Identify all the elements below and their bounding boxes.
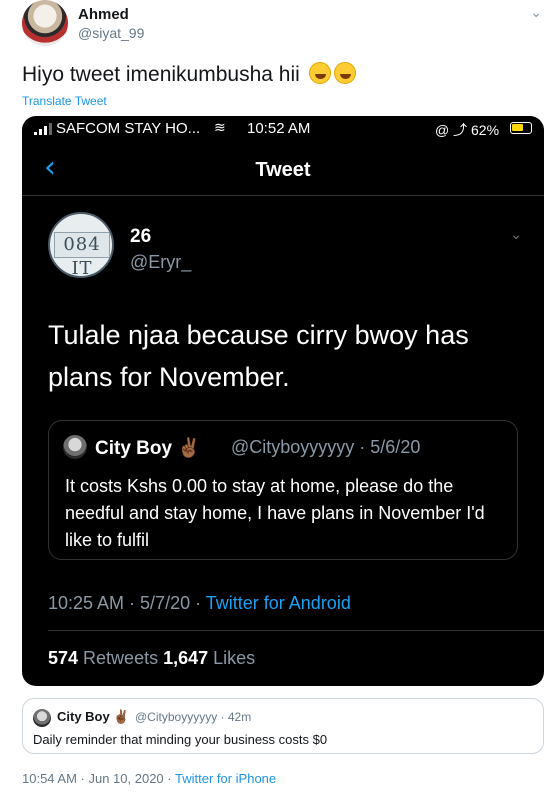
tweet-timestamp: 10:25 AM · 5/7/20 · Twitter for Android — [48, 593, 351, 614]
tweet-image[interactable]: SAFCOM STAY HO... ≋ 10:52 AM @ ⤴ 62% ‹ T… — [22, 116, 544, 686]
quoted-text: It costs Kshs 0.00 to stay at home, plea… — [65, 476, 485, 550]
quoted-tweet[interactable]: City Boy ✌🏾 @Cityboyyyyyy · 42m Daily re… — [22, 698, 544, 754]
avatar — [33, 709, 51, 727]
quoted-author-name: City Boy ✌🏾 — [57, 709, 130, 724]
laughing-emoji-icon — [308, 62, 331, 84]
laughing-emoji-icon — [333, 62, 356, 84]
author-handle[interactable]: @siyat_99 — [78, 25, 144, 41]
avatar[interactable] — [22, 0, 68, 46]
source-link[interactable]: Twitter for Android — [206, 593, 351, 613]
translate-tweet-link[interactable]: Translate Tweet — [22, 94, 107, 108]
likes-count[interactable]: 1,647 — [163, 648, 208, 668]
tweet-stats: 574 Retweets 1,647 Likes — [48, 648, 255, 669]
author-handle[interactable]: @Eryr_ — [130, 252, 191, 273]
quoted-meta: @Cityboyyyyyy · 5/6/20 — [231, 437, 421, 457]
license-plate-image: 084 IT — [54, 232, 110, 276]
likes-label: Likes — [208, 648, 256, 668]
divider — [48, 630, 544, 631]
author-name[interactable]: 26 — [130, 226, 151, 248]
chevron-down-icon[interactable]: ⌄ — [510, 226, 522, 243]
status-icons: @ ⤴ 62% — [435, 122, 500, 138]
quoted-author-name: City Boy ✌🏾 — [95, 438, 202, 459]
avatar[interactable]: 084 IT — [48, 212, 114, 278]
quoted-text: Daily reminder that minding your busines… — [33, 732, 328, 747]
nav-bar: ‹ Tweet — [22, 142, 544, 196]
source-link[interactable]: Twitter for iPhone — [175, 771, 276, 786]
quoted-meta: @Cityboyyyyyy · 42m — [135, 710, 252, 724]
tweet-header: Ahmed @siyat_99 ⌄ — [22, 0, 542, 50]
tweet-text: Hiyo tweet imenikumbusha hii — [22, 62, 356, 87]
retweets-count[interactable]: 574 — [48, 648, 78, 668]
status-time: 10:52 AM — [247, 120, 311, 137]
author-name[interactable]: Ahmed — [78, 6, 129, 23]
battery-level — [512, 124, 523, 131]
battery-icon — [510, 122, 532, 134]
carrier-name: SAFCOM STAY HO... — [56, 120, 201, 137]
tweet-text-content: Hiyo tweet imenikumbusha hii — [22, 63, 300, 86]
tweet-text: Tulale njaa because cirry bwoy has plans… — [48, 320, 469, 392]
tweet-timestamp: 10:54 AM · Jun 10, 2020 · Twitter for iP… — [22, 771, 276, 786]
quoted-tweet[interactable]: City Boy ✌🏾 @Cityboyyyyyy · 5/6/20 It co… — [48, 420, 518, 560]
retweets-label: Retweets — [78, 648, 164, 668]
wifi-icon: ≋ — [214, 119, 226, 135]
avatar — [63, 435, 87, 459]
nav-title: Tweet — [255, 159, 311, 181]
chevron-down-icon[interactable]: ⌄ — [530, 4, 542, 21]
status-bar: SAFCOM STAY HO... ≋ 10:52 AM @ ⤴ 62% — [22, 116, 544, 142]
signal-icon — [34, 123, 52, 135]
timestamp-text[interactable]: 10:54 AM · Jun 10, 2020 · — [22, 771, 175, 786]
timestamp-text: 10:25 AM · 5/7/20 · — [48, 593, 206, 613]
